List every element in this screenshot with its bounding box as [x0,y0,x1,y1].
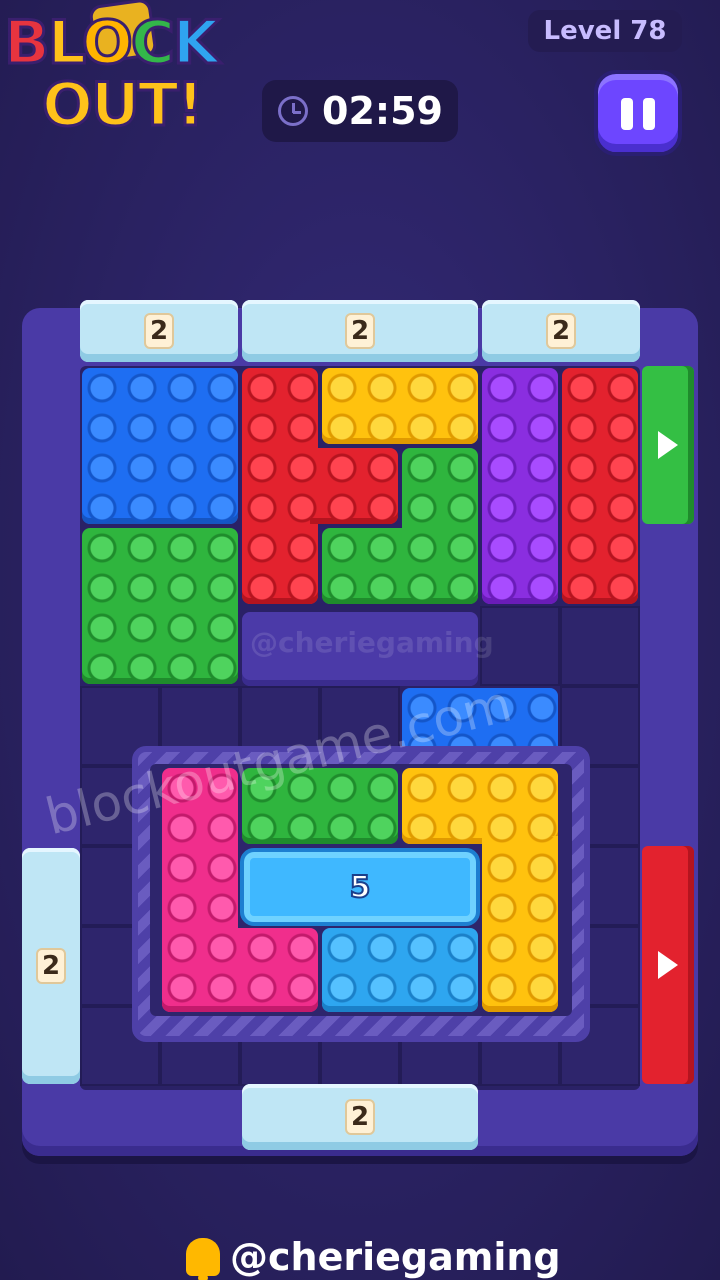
creator-handle: @cheriegaming [230,1235,561,1279]
gate-count: 2 [36,948,66,984]
game-logo: BLOCK OUT! [0,0,262,150]
logo-text-line1: BLOCK [3,7,221,80]
block-light-blue-bar[interactable] [322,928,478,1012]
creator-credit: @cheriegaming [186,1232,561,1280]
frozen-key-count: 5 [349,869,372,906]
clock-icon [278,96,308,126]
block-red-tall[interactable] [242,368,318,604]
block-green-l-foot[interactable] [322,528,410,604]
block-yellow-bar[interactable] [322,368,478,444]
block-purple-bar[interactable] [482,368,558,604]
block-green-l[interactable] [402,448,478,604]
exit-green [642,366,694,524]
gate-count: 2 [345,313,375,349]
gate-count: 2 [345,1099,375,1135]
timer: 02:59 [262,80,458,142]
block-yellow-l-stem[interactable] [482,836,558,1012]
arrow-right-icon [658,951,678,979]
arrow-right-icon [658,431,678,459]
bell-icon [186,1238,220,1280]
gate-count: 2 [144,313,174,349]
block-red-bar[interactable] [562,368,638,604]
block-green-square[interactable] [82,528,238,684]
ice-gate-bottom: 2 [242,1084,478,1150]
pause-button[interactable] [594,70,682,156]
block-pink-l-foot[interactable] [230,928,318,1012]
block-red-arm[interactable] [310,448,398,524]
timer-value: 02:59 [322,89,443,133]
logo-text-line2: OUT! [40,69,205,142]
gate-count: 2 [546,313,576,349]
ice-gate-top-left: 2 [80,300,238,362]
grid-cell [560,606,640,686]
exit-red [642,846,694,1084]
block-blue-square[interactable] [82,368,238,524]
block-yellow-l-top[interactable] [402,768,558,844]
ice-gate-top-middle: 2 [242,300,478,362]
watermark-handle: @cheriegaming [250,626,494,659]
frozen-key-block[interactable]: 5 [240,848,480,926]
ice-gate-top-right: 2 [482,300,640,362]
level-indicator: Level 78 [528,10,682,52]
pause-icon-bar [643,98,655,130]
ice-gate-left: 2 [22,848,80,1084]
pause-icon [621,98,633,130]
